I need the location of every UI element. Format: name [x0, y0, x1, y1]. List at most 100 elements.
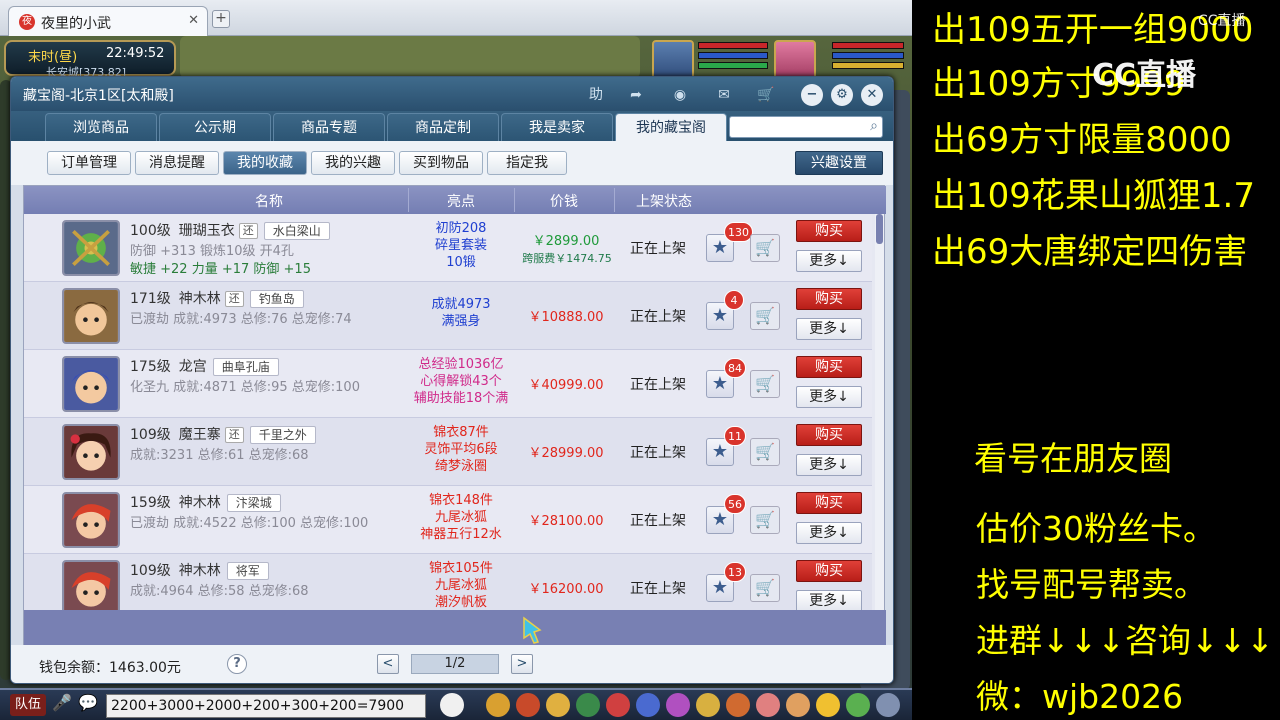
sub-nav: 订单管理 消息提醒 我的收藏 我的兴趣 买到物品 指定我 兴趣设置: [11, 141, 893, 185]
menu-icon[interactable]: [876, 693, 900, 717]
tab-assigned[interactable]: 指定我: [487, 151, 567, 175]
tab-topics[interactable]: 商品专题: [273, 113, 385, 141]
add-to-cart-icon[interactable]: 🛒: [750, 302, 780, 330]
team-icon[interactable]: [636, 693, 660, 717]
character-avatar[interactable]: [62, 220, 120, 276]
add-to-cart-icon[interactable]: 🛒: [750, 438, 780, 466]
pet-icon[interactable]: [440, 693, 464, 717]
friends-icon[interactable]: [666, 693, 690, 717]
tab-seller[interactable]: 我是卖家: [501, 113, 613, 141]
cart-icon[interactable]: 🛒: [753, 84, 779, 106]
row-highlights: 锦衣87件 灵饰平均6段 绮梦泳圈: [406, 424, 516, 484]
stream-overlay-panel: 出109五开一组9000 出109方寸9999 出69方寸限量8000 出109…: [912, 0, 1280, 720]
row-stats: 化圣九 成就:4871 总修:95 总宠修:100: [130, 380, 360, 395]
buy-button[interactable]: 购买: [796, 424, 862, 446]
table-row[interactable]: 159级 神木林 汴梁城 已渡劫 成就:4522 总修:100 总宠修:100 锦衣14…: [24, 486, 872, 554]
tab-orders[interactable]: 订单管理: [47, 151, 131, 175]
tab-notifications[interactable]: 消息提醒: [135, 151, 219, 175]
table-row[interactable]: 175级 龙宫 曲阜孔庙 化圣九 成就:4871 总修:95 总宠修:100 总经验10…: [24, 350, 872, 418]
tab-interests[interactable]: 我的兴趣: [311, 151, 395, 175]
table-row[interactable]: 171级 神木林还钓鱼岛 已渡劫 成就:4973 总修:76 总宠修:74 成就497…: [24, 282, 872, 350]
close-tab-icon[interactable]: ✕: [188, 13, 199, 28]
prev-page-button[interactable]: <: [377, 654, 399, 674]
buy-button[interactable]: 购买: [796, 560, 862, 582]
gift-icon[interactable]: [546, 693, 570, 717]
shop-icon[interactable]: [606, 693, 630, 717]
cc-watermark: CC直播: [1092, 58, 1197, 93]
mail-icon[interactable]: [756, 693, 780, 717]
bag-icon[interactable]: [516, 693, 540, 717]
character-avatar[interactable]: [62, 288, 120, 344]
more-button[interactable]: 更多↓: [796, 386, 862, 408]
more-button[interactable]: 更多↓: [796, 590, 862, 610]
buy-button[interactable]: 购买: [796, 356, 862, 378]
activity-icon[interactable]: [786, 693, 810, 717]
buy-button[interactable]: 购买: [796, 220, 862, 242]
row-stats: 已渡劫 成就:4973 总修:76 总宠修:74: [130, 312, 352, 327]
help-icon[interactable]: 助: [583, 84, 609, 106]
table-row[interactable]: 109级 魔王寨还千里之外 成就:3231 总修:61 总宠修:68 锦衣87件 灵饰平…: [24, 418, 872, 486]
more-button[interactable]: 更多↓: [796, 318, 862, 340]
row-school: 神木林: [178, 563, 221, 579]
tab-purchased[interactable]: 买到物品: [399, 151, 483, 175]
table-footer: [24, 610, 886, 646]
bell-icon[interactable]: [726, 693, 750, 717]
favorite-count-badge: 84: [724, 358, 746, 378]
buy-button[interactable]: 购买: [796, 288, 862, 310]
guild-icon[interactable]: [696, 693, 720, 717]
scrollbar[interactable]: [875, 214, 884, 614]
row-highlights: 锦衣148件 九尾冰狐 神器五行12水: [406, 492, 516, 552]
tab-custom[interactable]: 商品定制: [387, 113, 499, 141]
search-icon[interactable]: ⌕: [870, 118, 878, 134]
chat-input[interactable]: 2200+3000+2000+200+300+200=7900: [106, 694, 426, 718]
tab-my-pavilion[interactable]: 我的藏宝阁: [615, 113, 727, 141]
character-avatar[interactable]: [62, 492, 120, 548]
more-button[interactable]: 更多↓: [796, 522, 862, 544]
row-title: 109级 神木林 将军: [130, 560, 269, 580]
table-row[interactable]: 109级 神木林 将军 成就:4964 总修:58 总宠修:68 锦衣105件 九尾冰狐潮…: [24, 554, 872, 610]
tab-browse[interactable]: 浏览商品: [45, 113, 157, 141]
highlight-line: 辅助技能18个满: [413, 391, 509, 406]
interest-settings-button[interactable]: 兴趣设置: [795, 151, 883, 175]
system-icon[interactable]: [846, 693, 870, 717]
character-avatar[interactable]: [62, 356, 120, 412]
microphone-icon[interactable]: 🎤: [52, 693, 72, 712]
cross-server-fee: 跨服费￥1474.75: [522, 252, 612, 265]
game-bottom-bar: 队伍 🎤 💬 2200+3000+2000+200+300+200=7900: [0, 688, 912, 720]
more-button[interactable]: 更多↓: [796, 250, 862, 272]
search-input[interactable]: ⌕: [729, 116, 883, 138]
wallet-balance: 钱包余额：1463.00元: [39, 660, 181, 676]
emoji-icon[interactable]: 💬: [78, 693, 98, 712]
chat-icon[interactable]: ✉: [711, 84, 737, 106]
smile-icon[interactable]: [816, 693, 840, 717]
close-icon[interactable]: ✕: [861, 84, 883, 106]
row-level: 100级: [130, 223, 171, 239]
minimize-icon[interactable]: −: [801, 84, 823, 106]
help-button[interactable]: ?: [227, 654, 247, 674]
add-to-cart-icon[interactable]: 🛒: [750, 506, 780, 534]
settings-icon[interactable]: ⚙: [831, 84, 853, 106]
add-to-cart-icon[interactable]: 🛒: [750, 234, 780, 262]
highlight-line: 锦衣148件: [429, 493, 493, 508]
tab-favorites[interactable]: 我的收藏: [223, 151, 307, 175]
add-to-cart-icon[interactable]: 🛒: [750, 574, 780, 602]
buy-button[interactable]: 购买: [796, 492, 862, 514]
game-time-period: 末时(昼): [28, 50, 78, 65]
row-stats: 成就:3231 总修:61 总宠修:68: [130, 448, 309, 463]
team-button[interactable]: 队伍: [10, 694, 46, 716]
add-to-cart-icon[interactable]: 🛒: [750, 370, 780, 398]
next-page-button[interactable]: >: [511, 654, 533, 674]
character-avatar[interactable]: [62, 424, 120, 480]
record-icon[interactable]: ◉: [667, 84, 693, 106]
table-row[interactable]: 100级 珊瑚玉衣还水白梁山 防御 +313 锻炼10级 开4孔 敏捷 +22 力量 …: [24, 214, 872, 282]
quest-icon[interactable]: [576, 693, 600, 717]
scrollbar-thumb[interactable]: [876, 214, 883, 244]
more-button[interactable]: 更多↓: [796, 454, 862, 476]
share-icon[interactable]: ➦: [623, 84, 649, 106]
browser-tab[interactable]: 夜 夜里的小武 ✕: [8, 6, 208, 36]
main-nav: 浏览商品 公示期 商品专题 商品定制 我是卖家 我的藏宝阁 ⌕: [11, 111, 893, 141]
character-avatar[interactable]: [62, 560, 120, 610]
skill-icon[interactable]: [486, 693, 510, 717]
new-tab-button[interactable]: +: [212, 10, 230, 28]
tab-public[interactable]: 公示期: [159, 113, 271, 141]
